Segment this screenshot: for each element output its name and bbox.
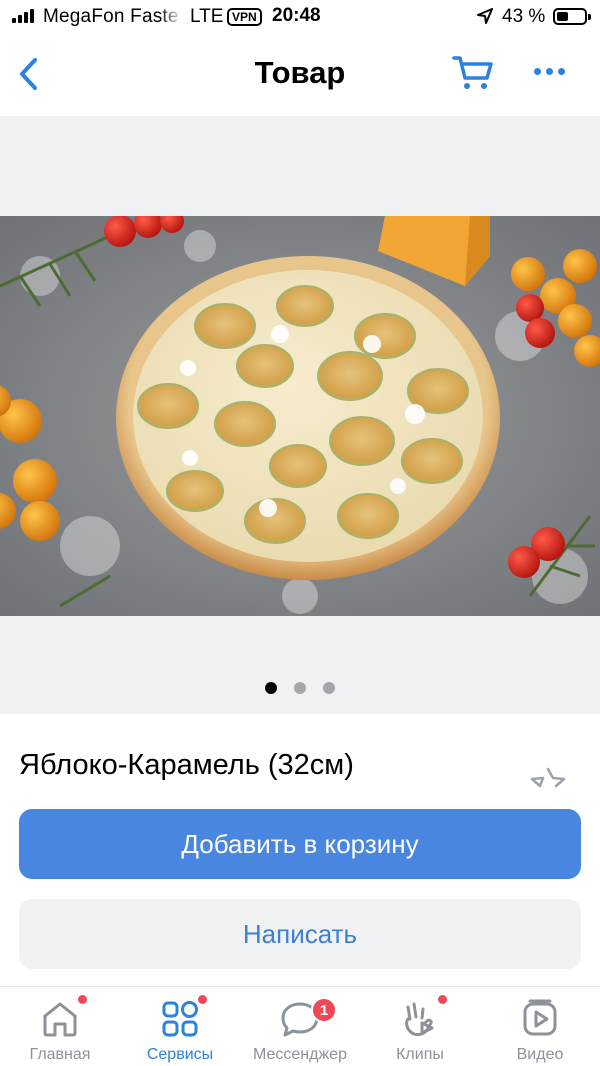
messenger-unread-badge: 1 bbox=[311, 997, 337, 1023]
clips-icon bbox=[405, 1002, 434, 1037]
services-grid-icon bbox=[162, 1001, 198, 1037]
clock: 20:48 bbox=[272, 5, 321, 26]
product-name: Яблоко-Карамель (32см) bbox=[19, 749, 354, 781]
battery-icon bbox=[553, 8, 591, 25]
more-dots-icon[interactable] bbox=[534, 68, 565, 75]
tab-label: Мессенджер bbox=[253, 1046, 347, 1063]
write-message-button[interactable]: Написать bbox=[19, 899, 581, 969]
vpn-badge: VPN bbox=[227, 8, 262, 26]
signal-strength-icon bbox=[12, 9, 34, 23]
tab-label: Клипы bbox=[396, 1046, 444, 1063]
cart-icon[interactable] bbox=[452, 54, 494, 92]
home-notification-dot bbox=[78, 995, 87, 1004]
pagination-dot[interactable] bbox=[265, 682, 277, 694]
network-type: LTE bbox=[190, 6, 224, 27]
pizza-photo bbox=[0, 216, 600, 616]
bottom-tab-bar: Главная Сервисы Мессенджер Клипы Видео 1 bbox=[0, 986, 600, 1066]
tab-video[interactable]: Видео bbox=[480, 987, 600, 1066]
location-arrow-icon bbox=[477, 8, 493, 24]
pagination-dot[interactable] bbox=[294, 682, 306, 694]
tab-label: Главная bbox=[29, 1046, 91, 1063]
home-icon bbox=[43, 1002, 77, 1037]
services-notification-dot bbox=[198, 995, 207, 1004]
tab-label: Видео bbox=[516, 1046, 564, 1063]
status-bar: MegaFon Faste LTE VPN 20:48 43 % bbox=[0, 0, 600, 34]
tab-services[interactable]: Сервисы bbox=[120, 987, 240, 1066]
product-gallery[interactable] bbox=[0, 116, 600, 714]
add-to-cart-button[interactable]: Добавить в корзину bbox=[19, 809, 581, 879]
tab-label: Сервисы bbox=[146, 1046, 214, 1063]
tab-messenger[interactable]: Мессенджер bbox=[240, 987, 360, 1066]
navigation-header: Товар bbox=[0, 34, 600, 116]
clips-notification-dot bbox=[438, 995, 447, 1004]
page-title: Товар bbox=[254, 55, 346, 90]
battery-percent: 43 % bbox=[502, 6, 546, 27]
tab-clips[interactable]: Клипы bbox=[360, 987, 480, 1066]
pagination-dot[interactable] bbox=[323, 682, 335, 694]
tab-home[interactable]: Главная bbox=[0, 987, 120, 1066]
star-outline-icon[interactable] bbox=[527, 766, 569, 792]
video-icon bbox=[523, 999, 557, 1036]
gallery-pagination[interactable] bbox=[0, 682, 600, 694]
